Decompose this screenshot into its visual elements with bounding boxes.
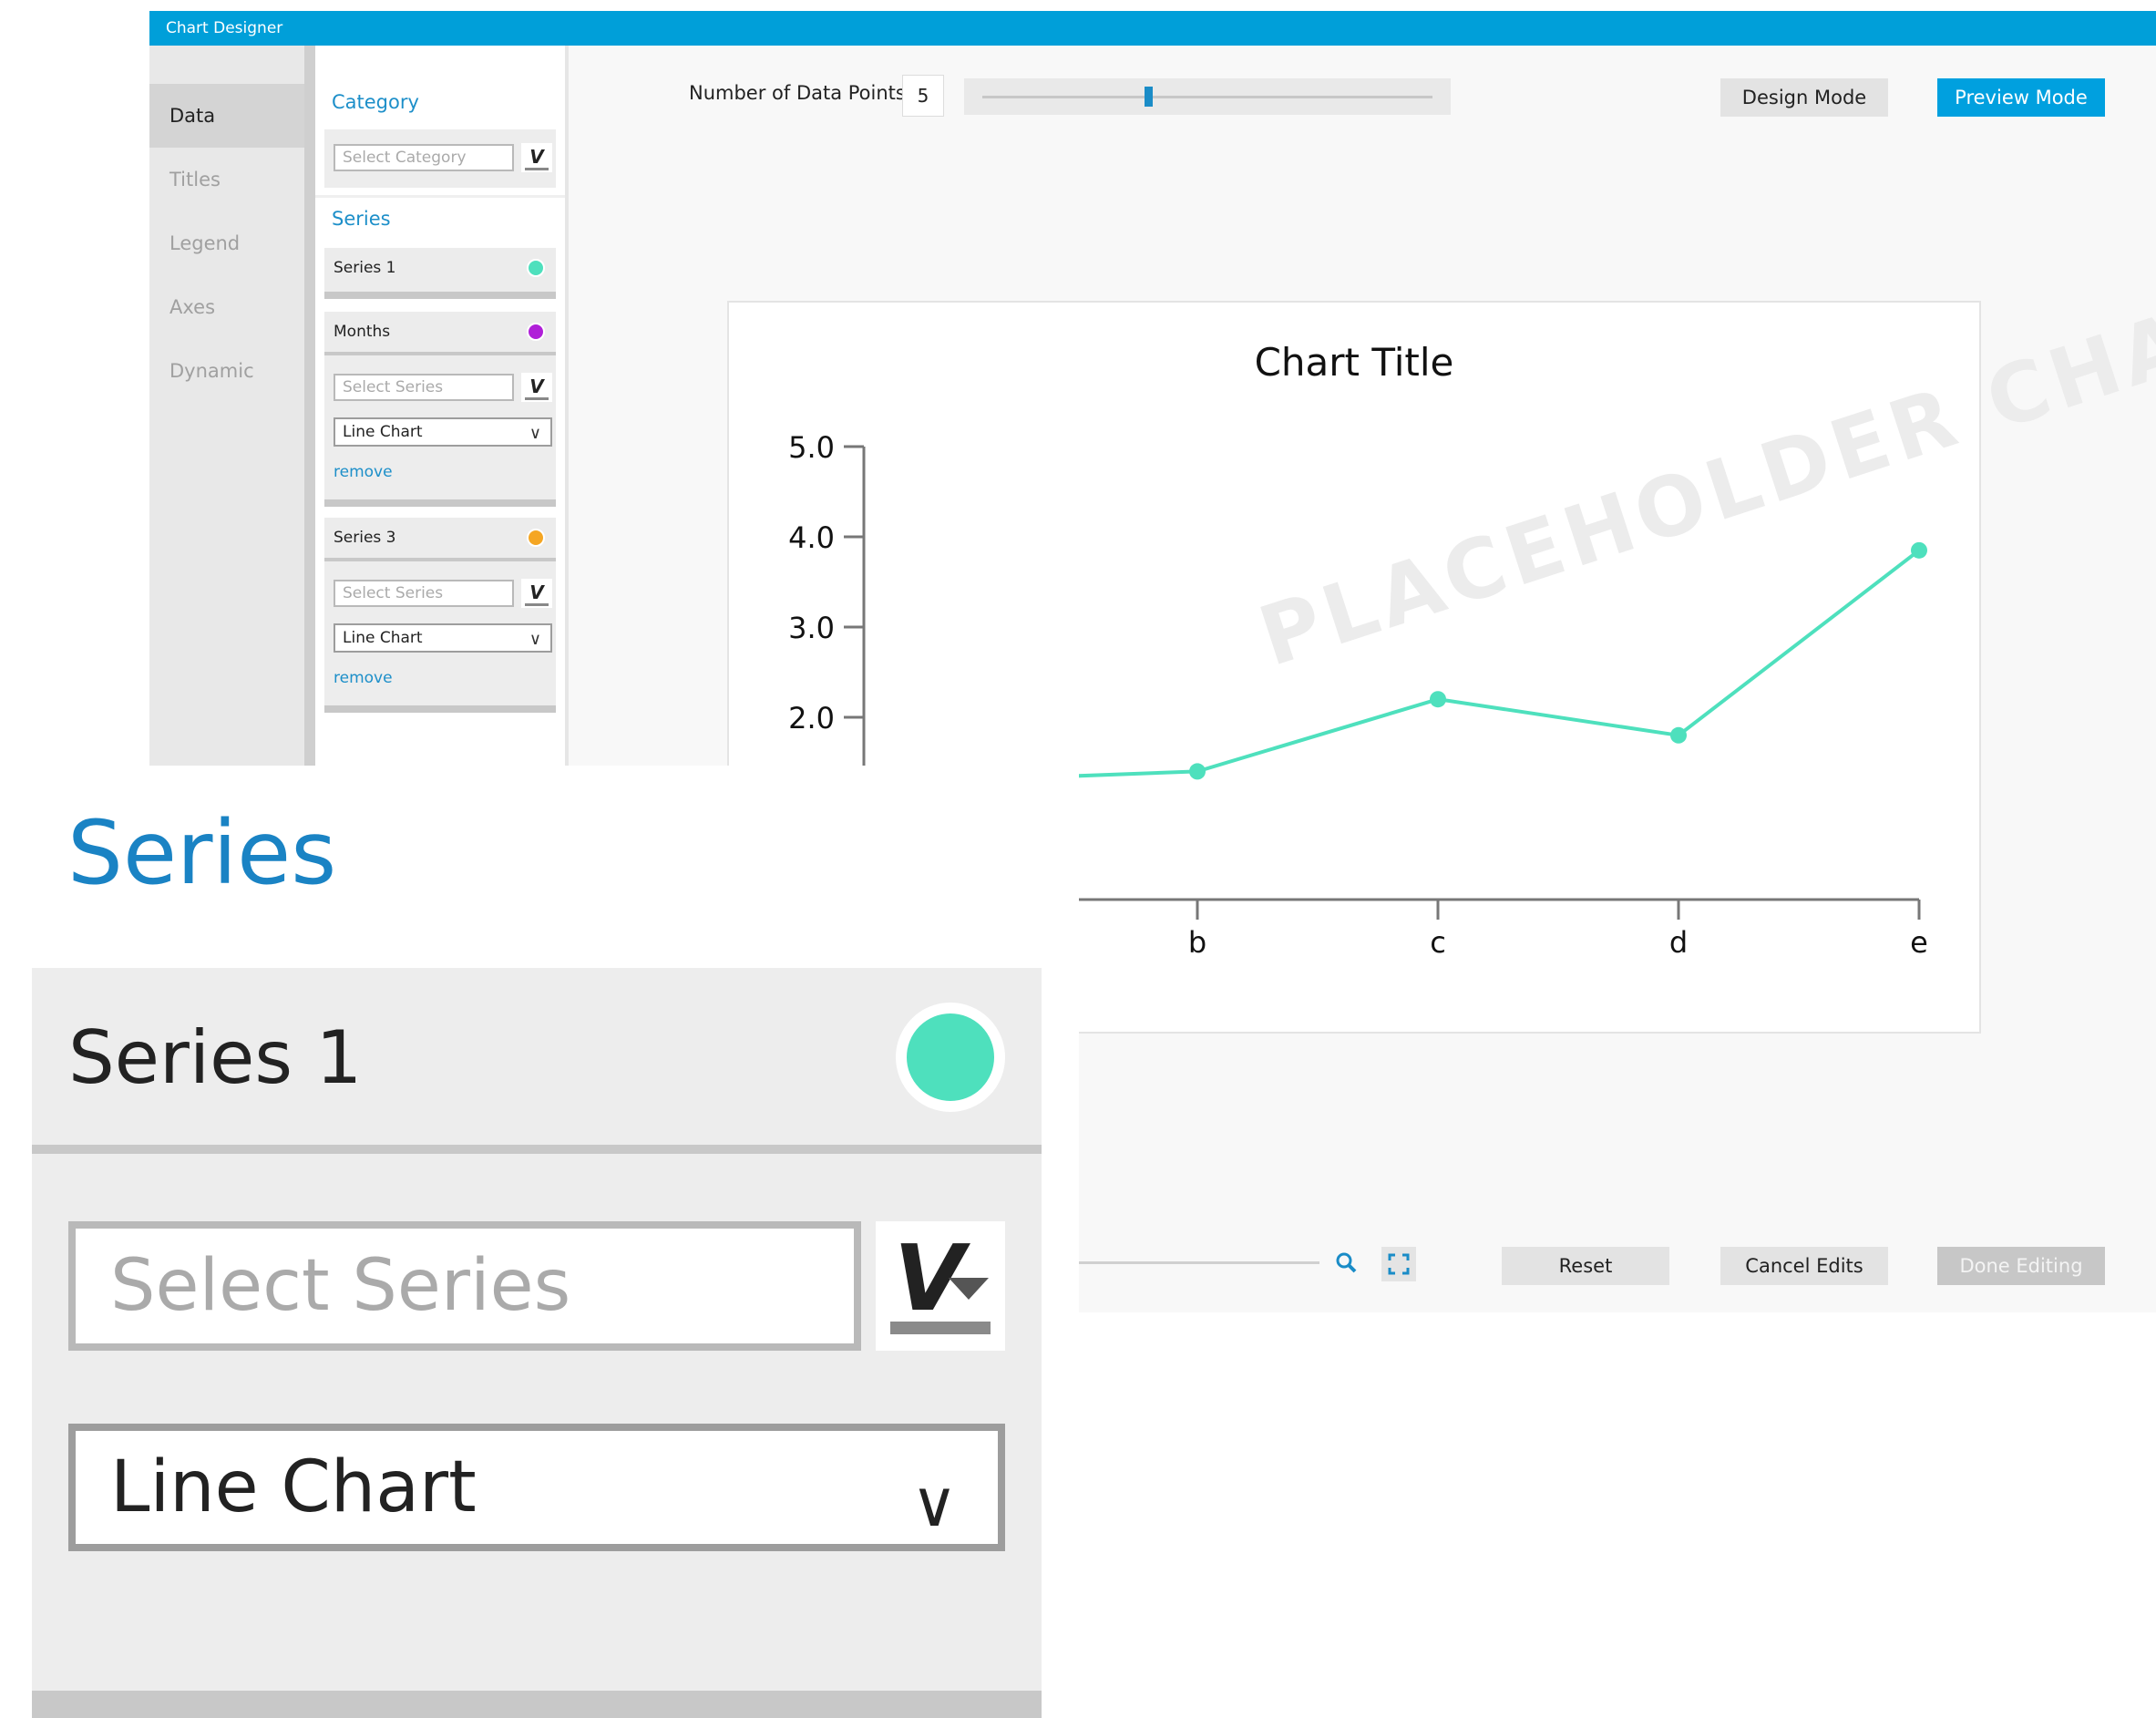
data-points-label: Number of Data Points — [689, 82, 906, 104]
series-months-chart-type: Line Chart — [343, 423, 423, 441]
y-tick-label: 4.0 — [788, 520, 835, 555]
slider-track — [982, 96, 1432, 98]
data-point — [1911, 541, 1927, 559]
series-3-chart-type-select[interactable]: Line Chart ∨ — [334, 623, 552, 653]
nav-item-axes[interactable]: Axes — [149, 275, 304, 339]
inset-series-box: Series 1 Select Series V Line Chart ∨ — [32, 968, 1042, 1718]
data-points-input[interactable]: 5 — [902, 75, 944, 117]
divider — [324, 499, 556, 507]
series-1-name: Series 1 — [334, 259, 396, 277]
series-3-input[interactable]: Select Series — [334, 580, 514, 607]
inset-variable-button[interactable]: V — [876, 1221, 1005, 1351]
variable-icon: V — [529, 375, 544, 397]
chevron-down-icon: ∨ — [529, 424, 541, 443]
category-variable-button[interactable]: V — [521, 143, 552, 172]
series-months-box: Months Select Series V Line Chart ∨ remo… — [324, 312, 556, 507]
inset-series-header[interactable]: Series 1 — [32, 968, 1042, 1154]
inset-color-swatch[interactable] — [896, 1003, 1005, 1112]
x-tick-label: c — [1430, 925, 1446, 960]
series-section-title: Series — [332, 208, 391, 230]
divider — [315, 195, 565, 198]
category-box: Select Category V — [324, 129, 556, 188]
inset-series-input[interactable]: Select Series — [68, 1221, 861, 1351]
series-3-box: Series 3 Select Series V Line Chart ∨ re… — [324, 518, 556, 713]
nav-item-titles[interactable]: Titles — [149, 148, 304, 211]
series-1-header[interactable]: Series 1 — [324, 248, 556, 299]
category-input[interactable]: Select Category — [334, 144, 514, 171]
nav-item-dynamic[interactable]: Dynamic — [149, 339, 304, 403]
chevron-down-icon: ∨ — [910, 1466, 958, 1541]
variable-icon: V — [529, 146, 544, 168]
fit-screen-icon[interactable] — [1381, 1247, 1416, 1281]
nav-item-data[interactable]: Data — [149, 84, 304, 148]
series-months-header[interactable]: Months — [324, 312, 556, 355]
series-months-color-swatch[interactable] — [527, 323, 545, 341]
series-1-color-swatch[interactable] — [527, 259, 545, 277]
cancel-edits-button[interactable]: Cancel Edits — [1720, 1247, 1888, 1285]
inset-series-title: Series — [67, 802, 337, 904]
design-mode-button[interactable]: Design Mode — [1720, 78, 1888, 117]
series-months-name: Months — [334, 323, 391, 341]
done-editing-button[interactable]: Done Editing — [1937, 1247, 2105, 1285]
series-3-header[interactable]: Series 3 — [324, 518, 556, 561]
series-3-name: Series 3 — [334, 529, 396, 547]
x-tick-label: d — [1669, 925, 1688, 960]
search-icon[interactable] — [1334, 1250, 1358, 1274]
chevron-down-icon: ∨ — [529, 630, 541, 649]
series-months-chart-type-select[interactable]: Line Chart ∨ — [334, 417, 552, 447]
divider — [32, 1691, 1042, 1718]
data-point — [1189, 763, 1206, 780]
series-1-box: Series 1 — [324, 248, 556, 299]
series-3-remove-link[interactable]: remove — [334, 669, 393, 687]
series-months-remove-link[interactable]: remove — [334, 463, 393, 481]
series-line — [956, 549, 1921, 783]
slider-thumb[interactable] — [1144, 87, 1153, 107]
x-tick-label: b — [1188, 925, 1206, 960]
underline-bar — [890, 1322, 991, 1334]
preview-mode-button[interactable]: Preview Mode — [1937, 78, 2105, 117]
divider — [324, 705, 556, 713]
data-point — [1670, 726, 1687, 744]
zoom-slider[interactable] — [1079, 1261, 1319, 1264]
reset-button[interactable]: Reset — [1502, 1247, 1669, 1285]
y-tick-label: 5.0 — [788, 430, 835, 465]
chart-title: Chart Title — [1255, 340, 1454, 385]
category-section-title: Category — [332, 91, 419, 113]
series-3-variable-button[interactable]: V — [521, 579, 552, 608]
y-tick-label: 3.0 — [788, 611, 835, 645]
data-point — [1430, 691, 1446, 708]
x-tick-label: e — [1910, 925, 1928, 960]
zoom-inset: Series Series 1 Select Series V Line Cha… — [0, 766, 1079, 1718]
y-tick-label: 2.0 — [788, 701, 835, 736]
caret-down-icon — [949, 1278, 989, 1300]
series-months-variable-button[interactable]: V — [521, 373, 552, 402]
inset-series-name: Series 1 — [68, 1015, 363, 1100]
variable-icon: V — [529, 581, 544, 603]
window-title: Chart Designer — [149, 11, 2156, 46]
inset-chart-type-select[interactable]: Line Chart ∨ — [68, 1424, 1005, 1551]
data-points-slider[interactable] — [964, 78, 1451, 115]
series-3-color-swatch[interactable] — [527, 529, 545, 547]
inset-chart-type: Line Chart — [110, 1446, 477, 1528]
nav-item-legend[interactable]: Legend — [149, 211, 304, 275]
series-3-chart-type: Line Chart — [343, 629, 423, 647]
series-months-input[interactable]: Select Series — [334, 374, 514, 401]
